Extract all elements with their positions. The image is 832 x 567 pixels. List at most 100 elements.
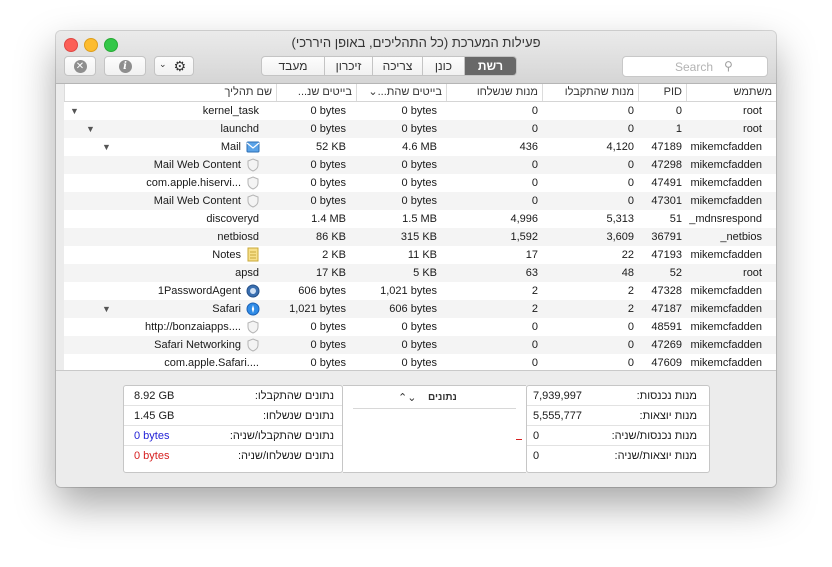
bytes-sent: 606 bytes [298,285,346,297]
column-process-name[interactable]: שם תהליך [64,84,276,101]
pid: 47269 [651,339,682,351]
column-packets-sent[interactable]: מנות שנשלחו [446,84,542,101]
process-name: netbiosd [217,231,259,243]
notes-app-icon [247,247,259,262]
process-name: Mail Web Content [153,159,241,171]
bytes-received: 4.6 MB [402,141,437,153]
packets-sent: 0 [531,321,538,333]
packets-received: 2 [627,303,634,315]
table-row[interactable]: com.apple.hiservi... 0 bytes 0 bytes 0 0 4749… [64,174,776,192]
inspect-process-button[interactable]: i [104,56,146,76]
pid: 36791 [651,231,682,243]
packets-received: 0 [627,339,634,351]
disclosure-triangle-icon[interactable]: ▼ [70,102,79,120]
tab-memory[interactable]: זיכרון [324,57,372,75]
bytes-received: 0 bytes [401,159,437,171]
table-row[interactable]: 1PasswordAgent 606 bytes 1,021 bytes 2 2 4732… [64,282,776,300]
table-row[interactable]: Notes 2 KB 11 KB 17 22 47193 mikemcfadden [64,246,776,264]
packets-sent: 2 [531,303,538,315]
table-row[interactable]: ▼ Safari 1,021 bytes 606 bytes 2 2 47187 mikemc… [64,300,776,318]
action-menu-button[interactable]: ⌄ ⚙ [154,56,194,76]
column-bytes-sent[interactable]: בייטים שנ... [276,84,356,101]
stat-label: מנות יוצאות: [639,410,697,422]
process-name: Mail Web Content [153,195,241,207]
packets-received: 3,609 [606,231,634,243]
tab-network[interactable]: רשת [464,57,516,75]
column-user[interactable]: משתמש [686,84,776,101]
table-row[interactable]: apsd 17 KB 5 KB 63 48 52 root [64,264,776,282]
mail-app-icon [246,141,260,153]
column-pid[interactable]: PID [638,84,686,101]
pid: 47187 [651,303,682,315]
bytes-received: 11 KB [407,249,437,261]
column-packets-received[interactable]: מנות שהתקבלו [542,84,638,101]
process-name: Mail [220,141,241,153]
stat-value: 0 bytes [134,430,170,442]
process-name: Safari Networking [154,339,241,351]
tab-disk[interactable]: כונן [422,57,464,75]
graph-sent-line [516,439,522,440]
stat-label: מנות יוצאות/שניה: [614,450,697,462]
user: mikemcfadden [690,249,762,261]
packet-stats-box: 7,939,997 מנות נכנסות: 5,555,777 מנות יו… [526,385,710,473]
tab-cpu[interactable]: מעבד [262,57,324,75]
packets-sent: 17 [525,249,538,261]
disclosure-triangle-icon[interactable]: ▼ [102,138,111,156]
stat-row: 0 bytes נתונים שהתקבלו/שניה: [124,426,342,446]
table-row[interactable]: Mail Web Content 0 bytes 0 bytes 0 0 47301 mik… [64,192,776,210]
table-row[interactable]: ▼ kernel_task 0 bytes 0 bytes 0 0 0 root [64,102,776,120]
stat-row: 0 מנות נכנסות/שניה: [527,426,709,446]
graph-divider [353,408,516,409]
stat-label: נתונים שנשלחו: [262,410,334,422]
graph-mode-select[interactable]: ⌃⌄ נתונים [353,390,516,406]
pid: 47328 [651,285,682,297]
table-row[interactable]: ▼ launchd 0 bytes 0 bytes 0 0 1 root [64,120,776,138]
titlebar: פעילות המערכת (כל התהליכים, באופן היררכי… [56,31,776,84]
disclosure-triangle-icon[interactable]: ▼ [102,300,111,318]
tab-energy[interactable]: צריכה [372,57,422,75]
bytes-received: 315 KB [400,231,437,243]
table-row[interactable]: Mail Web Content 0 bytes 0 bytes 0 0 47298 mik… [64,156,776,174]
stop-process-button[interactable]: ✕ [64,56,96,76]
pid: 1 [675,123,682,135]
table-row[interactable]: Safari Networking 0 bytes 0 bytes 0 0 47269 mi… [64,336,776,354]
process-name: http://bonzaiapps.... [144,321,241,333]
table-row[interactable]: netbiosd 86 KB 315 KB 1,592 3,609 36791 _netbi… [64,228,776,246]
packets-sent: 0 [531,105,538,117]
sort-chevron-icon: ⌄ [368,86,378,98]
user: _netbios [720,231,762,243]
process-name: com.apple.hiservi... [146,177,241,189]
stat-row: 0 bytes נתונים שנשלחו/שניה: [124,446,342,466]
bytes-received: 1,021 bytes [380,285,437,297]
stat-row: 1.45 GB נתונים שנשלחו: [124,406,342,426]
bytes-received: 606 bytes [389,303,437,315]
user: mikemcfadden [690,177,762,189]
stat-row: 0 מנות יוצאות/שניה: [527,446,709,466]
search-input[interactable]: Search ⚲ [622,56,768,77]
column-bytes-received-label: בייטים שהת... [377,86,442,98]
packets-sent: 63 [525,267,538,279]
stat-value: 5,555,777 [533,410,582,422]
table-row[interactable]: ▼ Mail 52 KB 4.6 MB 436 4,120 47189 mikemcfadde… [64,138,776,156]
user: root [743,123,762,135]
network-graph: ⌃⌄ נתונים [343,385,526,473]
table-row[interactable]: discoveryd 1.4 MB 1.5 MB 4,996 5,313 51 _mdnsr… [64,210,776,228]
column-bytes-received[interactable]: בייטים שהת...⌄ [356,84,446,101]
bytes-received: 0 bytes [401,177,437,189]
shield-icon [247,320,259,334]
packets-sent: 436 [519,141,538,153]
process-table: שם תהליך בייטים שנ... בייטים שהת...⌄ מנו… [64,84,776,370]
bytes-sent: 0 bytes [310,177,346,189]
user: _mdnsrespond [689,213,762,225]
table-row[interactable]: http://bonzaiapps.... 0 bytes 0 bytes 0 0 485… [64,318,776,336]
user: root [743,267,762,279]
stat-label: נתונים שהתקבלו/שניה: [229,430,334,442]
stat-label: נתונים שהתקבלו: [254,390,334,402]
window-title: פעילות המערכת (כל התהליכים, באופן היררכי… [291,35,541,50]
gear-icon: ⚙ [173,58,186,74]
graph-mode-label: נתונים [428,392,457,403]
disclosure-triangle-icon[interactable]: ▼ [86,120,95,138]
safari-icon [246,302,260,316]
pid: 48591 [651,321,682,333]
bytes-sent: 0 bytes [310,105,346,117]
